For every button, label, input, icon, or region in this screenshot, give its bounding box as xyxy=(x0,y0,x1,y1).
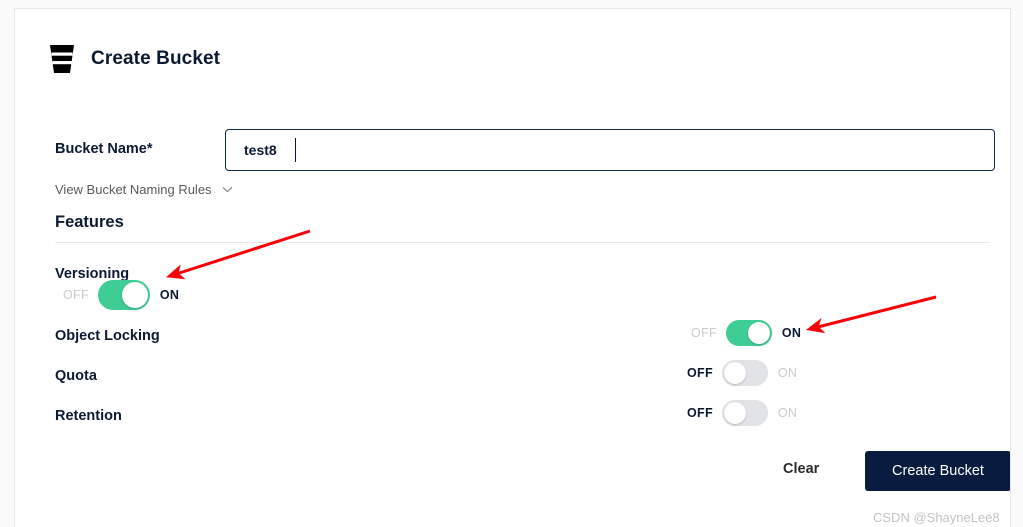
features-divider xyxy=(55,242,990,243)
versioning-toggle-group[interactable]: OFF ON xyxy=(63,280,180,310)
object-locking-on-label: ON xyxy=(781,326,802,340)
versioning-toggle-knob xyxy=(121,282,148,308)
quota-toggle-knob xyxy=(723,362,746,384)
retention-off-label: OFF xyxy=(687,406,713,420)
feature-label-retention: Retention xyxy=(55,408,122,424)
card-header: Create Bucket xyxy=(49,43,220,75)
bucket-name-input[interactable] xyxy=(225,129,995,171)
feature-label-object-locking: Object Locking xyxy=(55,328,160,344)
page-title: Create Bucket xyxy=(91,48,221,69)
object-locking-toggle[interactable] xyxy=(725,320,772,346)
create-bucket-card: Create Bucket Bucket Name* View Bucket N… xyxy=(14,8,1011,527)
quota-toggle[interactable] xyxy=(721,360,768,386)
bucket-icon xyxy=(49,43,75,75)
quota-on-label: ON xyxy=(777,366,798,380)
view-bucket-naming-rules-toggle[interactable]: View Bucket Naming Rules xyxy=(55,182,233,197)
retention-toggle-group[interactable]: OFF ON xyxy=(687,400,797,426)
retention-toggle-knob xyxy=(723,402,746,424)
bucket-name-label: Bucket Name* xyxy=(55,141,153,157)
clear-button[interactable]: Clear xyxy=(783,461,819,477)
create-bucket-button[interactable]: Create Bucket xyxy=(865,451,1010,491)
object-locking-toggle-group[interactable]: OFF ON xyxy=(691,320,801,346)
page-background: Create Bucket Bucket Name* View Bucket N… xyxy=(0,0,1023,527)
object-locking-toggle-knob xyxy=(747,322,770,344)
naming-rules-label: View Bucket Naming Rules xyxy=(55,182,212,197)
features-heading: Features xyxy=(55,213,124,231)
quota-toggle-group[interactable]: OFF ON xyxy=(687,360,797,386)
bucket-name-row: Bucket Name* xyxy=(41,129,996,171)
watermark-text: CSDN @ShayneLee8 xyxy=(873,510,1000,525)
versioning-on-label: ON xyxy=(159,288,180,302)
text-cursor xyxy=(295,138,296,162)
object-locking-off-label: OFF xyxy=(691,326,717,340)
feature-label-quota: Quota xyxy=(55,368,97,384)
versioning-off-label: OFF xyxy=(63,288,89,302)
versioning-toggle[interactable] xyxy=(97,280,150,310)
quota-off-label: OFF xyxy=(687,366,713,380)
retention-toggle[interactable] xyxy=(721,400,768,426)
retention-on-label: ON xyxy=(777,406,798,420)
chevron-down-icon xyxy=(222,186,233,193)
